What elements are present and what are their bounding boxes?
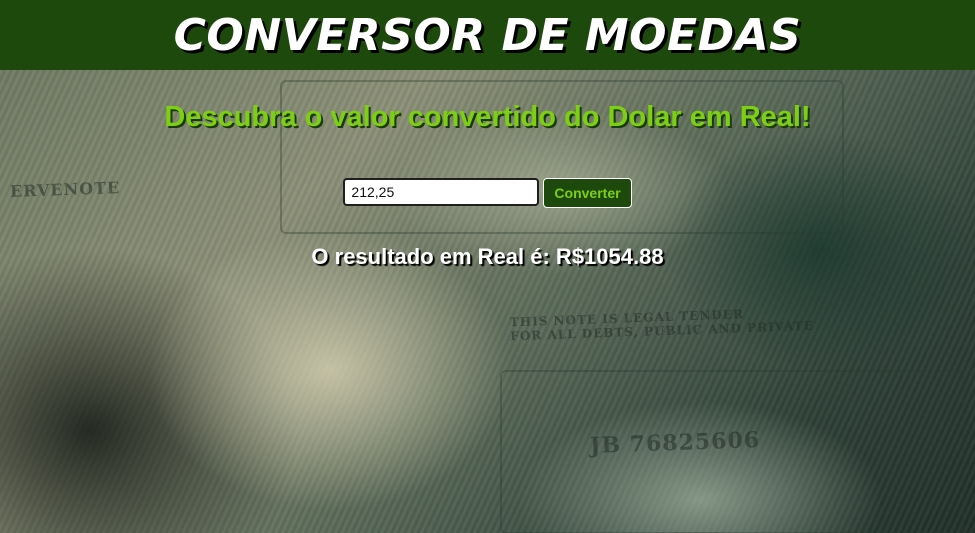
banknote-print-decoration: THIS NOTE IS LEGAL TENDER FOR ALL DEBTS, … [509, 307, 815, 344]
conversion-form: Converter [0, 178, 975, 208]
amount-input[interactable] [343, 178, 540, 206]
page: THIS NOTE IS LEGAL TENDER FOR ALL DEBTS, … [0, 0, 975, 533]
subtitle: Descubra o valor convertido do Dolar em … [164, 101, 811, 133]
convert-button[interactable]: Converter [543, 178, 632, 208]
result-text: O resultado em Real é: R$1054.88 [311, 244, 664, 269]
page-title: CONVERSOR DE MOEDAS [173, 9, 802, 61]
dollar-bill-background-image: THIS NOTE IS LEGAL TENDER FOR ALL DEBTS, … [0, 70, 975, 533]
header-bar: CONVERSOR DE MOEDAS [0, 0, 975, 70]
